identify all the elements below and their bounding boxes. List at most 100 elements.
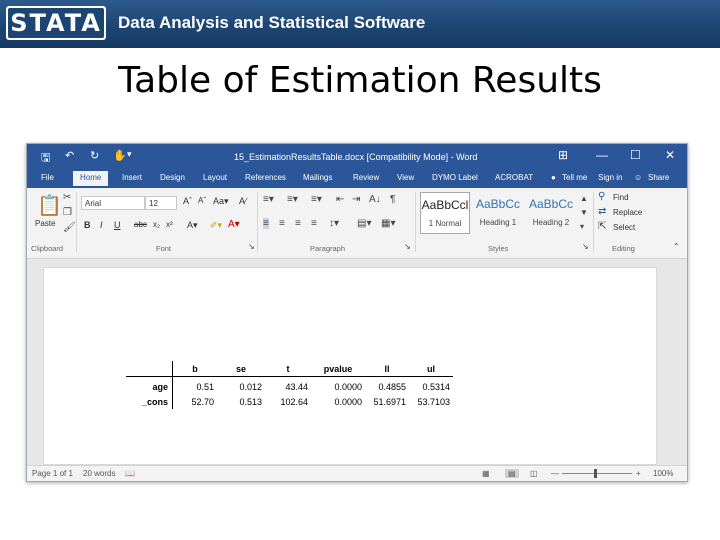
web-layout-icon[interactable]: ◫ — [530, 469, 538, 478]
read-mode-icon[interactable]: ▦ — [482, 469, 490, 478]
zoom-slider[interactable] — [562, 473, 632, 474]
user-icon: ☺ — [634, 173, 643, 182]
align-right-icon[interactable]: ≡ — [295, 218, 301, 229]
style-heading-2[interactable]: AaBbCc Heading 2 — [526, 192, 576, 234]
title-bar: 🖫 ↶ ↻ ✋ ▾ 15_EstimationResultsTable.docx… — [27, 144, 687, 169]
bullets-icon[interactable]: ≡▾ — [263, 194, 274, 205]
grow-font-icon[interactable]: Aˆ — [183, 196, 192, 206]
styles-more-icon[interactable]: ▾ — [580, 222, 584, 231]
align-center-icon[interactable]: ≡ — [279, 218, 285, 229]
tab-insert[interactable]: Insert — [122, 173, 142, 182]
collapse-ribbon-icon[interactable]: ⌃ — [673, 242, 680, 251]
style-name: Heading 1 — [479, 218, 517, 227]
underline-icon[interactable]: U — [114, 220, 121, 230]
cut-icon[interactable]: ✂ — [63, 192, 71, 203]
document-page[interactable]: b se t pvalue ll ul age 0.51 0.012 43.44 — [43, 267, 657, 465]
subscript-icon[interactable]: x₂ — [153, 220, 160, 229]
highlight-icon[interactable]: ✐▾ — [210, 220, 222, 231]
tab-file[interactable]: File — [41, 173, 54, 182]
touch-mode-icon[interactable]: ✋ — [113, 149, 127, 162]
show-formatting-icon[interactable]: ¶ — [390, 194, 395, 205]
numbering-icon[interactable]: ≡▾ — [287, 194, 298, 205]
font-dialog-launcher-icon[interactable]: ↘ — [248, 242, 255, 251]
zoom-slider-thumb[interactable] — [594, 469, 597, 478]
clear-formatting-icon[interactable]: A∕ — [239, 196, 247, 206]
copy-icon[interactable]: ❐ — [63, 207, 72, 218]
table-cell: 0.0000 — [334, 381, 362, 392]
tab-acrobat[interactable]: ACROBAT — [495, 173, 533, 182]
font-size-select[interactable]: 12 — [145, 196, 177, 210]
paste-button[interactable]: Paste — [35, 219, 55, 228]
tab-view[interactable]: View — [397, 173, 414, 182]
document-title: 15_EstimationResultsTable.docx [Compatib… — [234, 152, 478, 162]
tab-layout[interactable]: Layout — [203, 173, 227, 182]
italic-icon[interactable]: I — [100, 220, 103, 230]
undo-icon[interactable]: ↶ — [65, 149, 74, 162]
line-spacing-icon[interactable]: ↕▾ — [329, 218, 339, 229]
tell-me-box[interactable]: Tell me — [562, 173, 587, 182]
format-painter-icon[interactable]: 🖌 — [63, 222, 76, 233]
strikethrough-icon[interactable]: abc — [134, 220, 147, 229]
zoom-level[interactable]: 100% — [653, 469, 673, 478]
find-button[interactable]: Find — [613, 193, 629, 202]
tab-design[interactable]: Design — [160, 173, 185, 182]
find-icon[interactable]: ⚲ — [598, 191, 605, 202]
styles-scroll-up-icon[interactable]: ▲ — [580, 194, 588, 203]
replace-icon[interactable]: ⇄ — [598, 206, 606, 217]
column-header: t — [265, 361, 311, 377]
decrease-indent-icon[interactable]: ⇤ — [336, 194, 344, 205]
maximize-icon[interactable]: ☐ — [630, 148, 641, 162]
change-case-icon[interactable]: Aa▾ — [213, 196, 229, 207]
font-family-select[interactable]: Arial — [81, 196, 145, 210]
text-effects-icon[interactable]: A▾ — [187, 220, 198, 231]
lightbulb-icon: ● — [551, 173, 556, 182]
estimation-table: b se t pvalue ll ul age 0.51 0.012 43.44 — [126, 361, 453, 409]
tab-dymo-label[interactable]: DYMO Label — [432, 173, 478, 182]
styles-group-label: Styles — [488, 244, 509, 253]
tab-references[interactable]: References — [245, 173, 286, 182]
tab-review[interactable]: Review — [353, 173, 379, 182]
borders-icon[interactable]: ▦▾ — [381, 218, 395, 229]
increase-indent-icon[interactable]: ⇥ — [352, 194, 360, 205]
select-button[interactable]: Select — [613, 223, 635, 232]
bold-icon[interactable]: B — [84, 220, 91, 230]
proofing-icon[interactable]: 📖 — [125, 469, 135, 478]
save-icon[interactable]: 🖫 — [41, 149, 50, 168]
redo-icon[interactable]: ↻ — [90, 149, 99, 162]
ribbon-tabs: File Home Insert Design Layout Reference… — [27, 169, 687, 188]
customize-qat-icon[interactable]: ▾ — [127, 149, 132, 160]
styles-dialog-launcher-icon[interactable]: ↘ — [582, 242, 589, 251]
ribbon-options-icon[interactable]: ⊞ — [558, 148, 568, 162]
group-divider — [415, 192, 416, 252]
table-cell: 0.513 — [239, 396, 262, 407]
paste-icon[interactable]: 📋 — [37, 193, 62, 218]
replace-button[interactable]: Replace — [613, 208, 642, 217]
page-count[interactable]: Page 1 of 1 — [32, 469, 73, 478]
word-count[interactable]: 20 words — [83, 469, 115, 478]
print-layout-icon[interactable]: ▤ — [505, 469, 519, 478]
tab-home[interactable]: Home — [73, 171, 109, 186]
minimize-icon[interactable]: — — [596, 148, 608, 162]
align-left-icon[interactable]: ≡ — [263, 218, 269, 229]
tab-mailings[interactable]: Mailings — [303, 173, 332, 182]
sort-icon[interactable]: A↓ — [369, 194, 381, 205]
multilevel-list-icon[interactable]: ≡▾ — [311, 194, 322, 205]
font-color-icon[interactable]: A▾ — [228, 219, 240, 230]
style-heading-1[interactable]: AaBbCc Heading 1 — [473, 192, 523, 234]
table-header-row: b se t pvalue ll ul — [126, 361, 453, 377]
close-icon[interactable]: ✕ — [665, 148, 675, 162]
column-header: se — [217, 361, 265, 377]
column-header: ll — [365, 361, 409, 377]
style-normal[interactable]: AaBbCcl 1 Normal — [420, 192, 470, 234]
zoom-in-icon[interactable]: + — [636, 469, 641, 478]
superscript-icon[interactable]: x² — [166, 220, 173, 229]
shrink-font-icon[interactable]: Aˇ — [198, 196, 206, 205]
select-icon[interactable]: ⇱ — [598, 221, 606, 232]
share-button[interactable]: Share — [648, 173, 669, 182]
styles-scroll-down-icon[interactable]: ▼ — [580, 208, 588, 217]
sign-in-link[interactable]: Sign in — [598, 173, 622, 182]
justify-icon[interactable]: ≡ — [311, 218, 317, 229]
shading-icon[interactable]: ▤▾ — [357, 218, 371, 229]
paragraph-dialog-launcher-icon[interactable]: ↘ — [404, 242, 411, 251]
zoom-out-icon[interactable]: — — [551, 469, 559, 478]
